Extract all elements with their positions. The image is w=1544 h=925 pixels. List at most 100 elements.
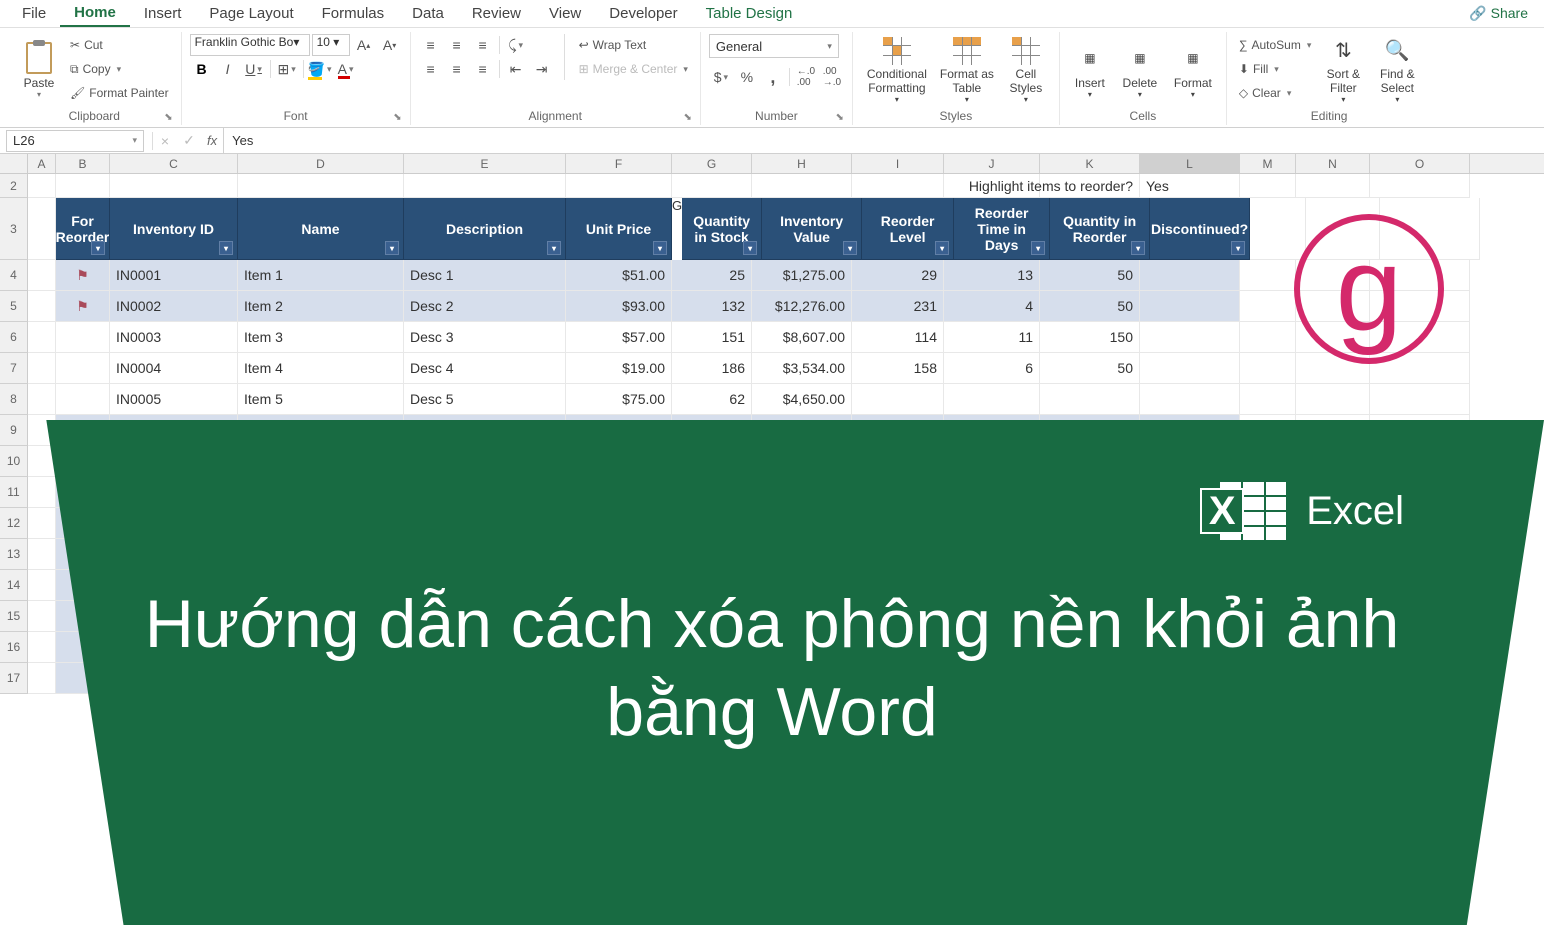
qty-stock-cell[interactable]: 62 — [672, 384, 752, 415]
col-header-g[interactable]: G — [672, 154, 752, 173]
table-header[interactable]: Inventory ID▾ — [110, 198, 238, 260]
number-dialog-launcher[interactable]: ⬊ — [836, 112, 844, 123]
table-header[interactable]: Quantity in Reorder▾ — [1050, 198, 1150, 260]
unit-price-cell[interactable]: $75.00 — [566, 384, 672, 415]
row-header-2[interactable]: 2 — [0, 174, 28, 198]
inventory-value-cell[interactable]: $8,607.00 — [752, 322, 852, 353]
align-middle-button[interactable]: ≡ — [445, 34, 469, 56]
row-header[interactable]: 14 — [0, 570, 28, 601]
inventory-id-cell[interactable]: IN0004 — [110, 353, 238, 384]
tab-insert[interactable]: Insert — [130, 1, 196, 26]
flag-cell[interactable] — [56, 353, 110, 384]
increase-indent-button[interactable]: ⇥ — [530, 58, 554, 80]
filter-icon[interactable]: ▾ — [385, 241, 399, 255]
tab-formulas[interactable]: Formulas — [308, 1, 399, 26]
font-size-select[interactable]: 10 ▾ — [312, 34, 350, 56]
decrease-indent-button[interactable]: ⇤ — [504, 58, 528, 80]
col-header-j[interactable]: J — [944, 154, 1040, 173]
cut-button[interactable]: ✂Cut — [66, 34, 173, 56]
alignment-dialog-launcher[interactable]: ⬊ — [684, 112, 692, 123]
cell-styles-button[interactable]: Cell Styles▾ — [1001, 34, 1051, 106]
flag-cell[interactable] — [56, 322, 110, 353]
reorder-time-cell[interactable]: 11 — [944, 322, 1040, 353]
tab-view[interactable]: View — [535, 1, 595, 26]
merge-center-button[interactable]: ⊞Merge & Center — [575, 58, 692, 80]
decrease-decimal-button[interactable]: .00→.0 — [820, 66, 844, 88]
table-header[interactable]: For Reorder▾ — [56, 198, 110, 260]
qty-reorder-cell[interactable]: 50 — [1040, 353, 1140, 384]
decrease-font-button[interactable]: A▾ — [378, 34, 402, 56]
description-cell[interactable]: Desc 4 — [404, 353, 566, 384]
underline-button[interactable]: U — [242, 58, 266, 80]
col-header-c[interactable]: C — [110, 154, 238, 173]
row-header[interactable]: 4 — [0, 260, 28, 291]
flag-cell[interactable]: ⚑ — [56, 260, 110, 291]
row-header[interactable]: 8 — [0, 384, 28, 415]
font-color-button[interactable]: A — [334, 58, 358, 80]
sort-filter-button[interactable]: ⇅ Sort & Filter▾ — [1319, 34, 1367, 106]
col-header-h[interactable]: H — [752, 154, 852, 173]
orientation-button[interactable]: ⤹ — [504, 34, 528, 56]
comma-style-button[interactable]: , — [761, 66, 785, 88]
row-header[interactable]: 15 — [0, 601, 28, 632]
row-header[interactable]: 10 — [0, 446, 28, 477]
row-header[interactable]: 13 — [0, 539, 28, 570]
font-name-select[interactable]: Franklin Gothic Bo▾ — [190, 34, 310, 56]
clear-button[interactable]: ◇Clear — [1235, 82, 1315, 104]
unit-price-cell[interactable]: $93.00 — [566, 291, 672, 322]
description-cell[interactable]: Desc 5 — [404, 384, 566, 415]
align-right-button[interactable]: ≡ — [471, 58, 495, 80]
unit-price-cell[interactable]: $19.00 — [566, 353, 672, 384]
discontinued-cell[interactable] — [1140, 291, 1240, 322]
unit-price-cell[interactable]: $51.00 — [566, 260, 672, 291]
filter-icon[interactable]: ▾ — [653, 241, 667, 255]
name-box[interactable]: L26▾ — [6, 130, 144, 152]
description-cell[interactable]: Desc 2 — [404, 291, 566, 322]
share-button[interactable]: 🔗 Share — [1461, 1, 1536, 26]
name-cell[interactable]: Item 1 — [238, 260, 404, 291]
tab-page-layout[interactable]: Page Layout — [195, 1, 307, 26]
align-center-button[interactable]: ≡ — [445, 58, 469, 80]
accounting-format-button[interactable]: $ — [709, 66, 733, 88]
select-all-corner[interactable] — [0, 154, 28, 173]
inventory-id-cell[interactable]: IN0003 — [110, 322, 238, 353]
delete-cells-button[interactable]: ▦ Delete▾ — [1116, 34, 1164, 106]
filter-icon[interactable]: ▾ — [935, 241, 949, 255]
format-painter-button[interactable]: 🖌Format Painter — [66, 82, 173, 104]
col-header-m[interactable]: M — [1240, 154, 1296, 173]
reorder-time-cell[interactable]: 6 — [944, 353, 1040, 384]
description-cell[interactable]: Desc 3 — [404, 322, 566, 353]
col-header-a[interactable]: A — [28, 154, 56, 173]
row-header-3[interactable]: 3 — [0, 198, 28, 260]
bold-button[interactable]: B — [190, 58, 214, 80]
col-header-f[interactable]: F — [566, 154, 672, 173]
discontinued-cell[interactable] — [1140, 260, 1240, 291]
qty-stock-cell[interactable]: 151 — [672, 322, 752, 353]
discontinued-cell[interactable] — [1140, 322, 1240, 353]
col-header-d[interactable]: D — [238, 154, 404, 173]
highlight-value-cell[interactable]: Yes — [1140, 174, 1240, 198]
row-header[interactable]: 16 — [0, 632, 28, 663]
fx-icon[interactable]: fx — [207, 133, 217, 148]
row-header[interactable]: 7 — [0, 353, 28, 384]
increase-decimal-button[interactable]: ←.0.00 — [794, 66, 818, 88]
col-header-l[interactable]: L — [1140, 154, 1240, 173]
table-header[interactable]: Discontinued?▾ — [1150, 198, 1250, 260]
autosum-button[interactable]: ∑AutoSum — [1235, 34, 1315, 56]
tab-file[interactable]: File — [8, 1, 60, 26]
table-header[interactable]: Description▾ — [404, 198, 566, 260]
reorder-level-cell[interactable] — [852, 384, 944, 415]
enter-formula-button[interactable]: ✓ — [177, 130, 201, 152]
qty-reorder-cell[interactable] — [1040, 384, 1140, 415]
filter-icon[interactable]: ▾ — [1031, 241, 1045, 255]
wrap-text-button[interactable]: ↩Wrap Text — [575, 34, 692, 56]
tab-table-design[interactable]: Table Design — [692, 1, 807, 26]
cancel-formula-button[interactable]: × — [153, 130, 177, 152]
fill-button[interactable]: ⬇Fill — [1235, 58, 1315, 80]
row-header[interactable]: 11 — [0, 477, 28, 508]
table-header[interactable]: Unit Price▾ — [566, 198, 672, 260]
discontinued-cell[interactable] — [1140, 384, 1240, 415]
filter-icon[interactable]: ▾ — [743, 241, 757, 255]
row-header[interactable]: 12 — [0, 508, 28, 539]
col-header-n[interactable]: N — [1296, 154, 1370, 173]
